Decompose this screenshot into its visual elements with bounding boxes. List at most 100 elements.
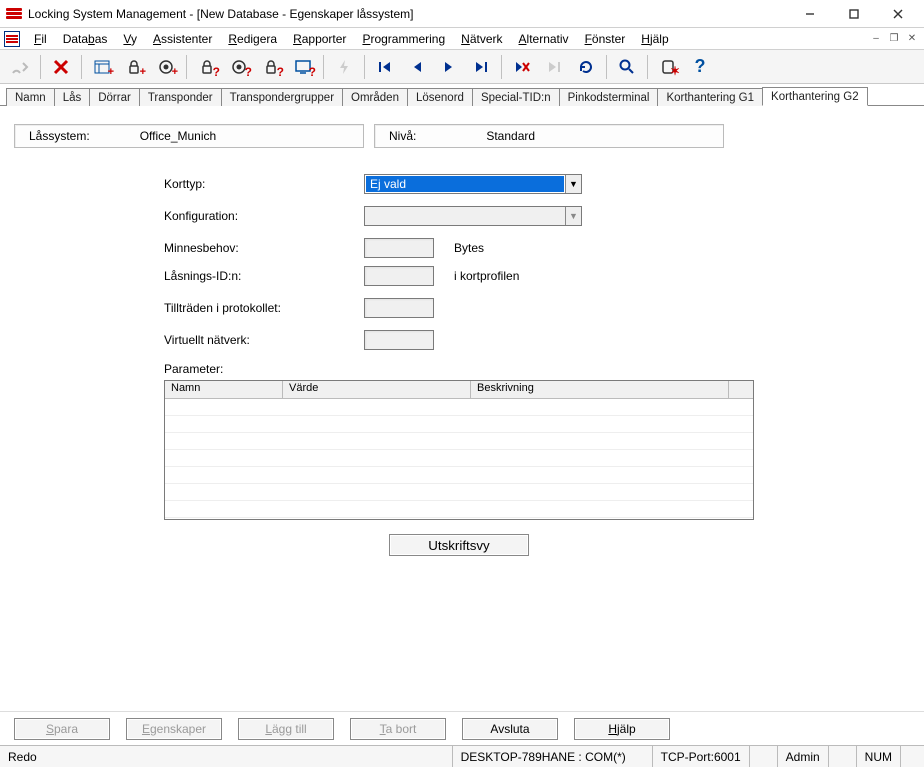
table-row[interactable] [165,467,753,484]
table-row[interactable] [165,501,753,518]
menu-natverk[interactable]: Nätverk [453,30,510,48]
parameter-table[interactable]: Namn Värde Beskrivning [164,380,754,520]
korttyp-value: Ej vald [366,176,564,192]
niva-label: Nivå: [375,129,426,143]
toolbar-delete-record-icon[interactable] [506,53,538,81]
content-panel: Låssystem: Office_Munich Nivå: Standard … [0,106,924,711]
tab-korthantering-g2[interactable]: Korthantering G2 [762,87,868,106]
toolbar-delete-icon[interactable] [45,53,77,81]
hjalp-button[interactable]: Hjälp [574,718,670,740]
korttyp-select[interactable]: Ej vald ▼ [364,174,582,194]
tab-korthantering-g1[interactable]: Korthantering G1 [657,88,763,106]
print-button[interactable]: Utskriftsvy [389,534,529,556]
avsluta-button[interactable]: Avsluta [462,718,558,740]
konfiguration-value [366,208,564,224]
toolbar-flash-icon[interactable] [328,53,360,81]
toolbar-search-icon[interactable] [611,53,643,81]
korttyp-label: Korttyp: [164,177,364,191]
minimize-button[interactable] [788,1,832,27]
toolbar-first-icon[interactable] [369,53,401,81]
col-beskrivning[interactable]: Beskrivning [471,381,729,398]
toolbar-prev-icon[interactable] [401,53,433,81]
tab-dorrar[interactable]: Dörrar [89,88,140,106]
tilltraden-field [364,298,434,318]
tab-transponder[interactable]: Transponder [139,88,222,106]
toolbar-query-lock-icon[interactable]: ? [191,53,223,81]
konfiguration-select: ▼ [364,206,582,226]
lassystem-box: Låssystem: Office_Munich [14,124,364,148]
menu-rapporter[interactable]: Rapporter [285,30,354,48]
menu-fonster[interactable]: Fönster [577,30,634,48]
toolbar-login-icon[interactable] [4,53,36,81]
virtuellt-field [364,330,434,350]
mdi-controls: – ❐ ✕ [868,32,920,46]
toolbar: + + + ? ? ? ? [0,50,924,84]
spara-button[interactable]: Spara [14,718,110,740]
parameter-header: Namn Värde Beskrivning [165,381,753,399]
toolbar-goto-icon[interactable] [538,53,570,81]
minnesbehov-label: Minnesbehov: [164,241,364,255]
toolbar-add-lock-icon[interactable]: + [118,53,150,81]
tab-specialtid[interactable]: Special-TID:n [472,88,560,106]
table-row[interactable] [165,399,753,416]
mdi-restore-button[interactable]: ❐ [886,32,902,46]
app-icon [6,6,22,22]
tab-omraden[interactable]: Områden [342,88,408,106]
mdi-minimize-button[interactable]: – [868,32,884,46]
menu-assistenter[interactable]: Assistenter [145,30,220,48]
close-button[interactable] [876,1,920,27]
bottom-button-bar: Spara Egenskaper Lägg till Ta bort Avslu… [0,711,924,745]
maximize-button[interactable] [832,1,876,27]
toolbar-query-screen-icon[interactable]: ? [287,53,319,81]
konfiguration-label: Konfiguration: [164,209,364,223]
col-namn[interactable]: Namn [165,381,283,398]
toolbar-help-icon[interactable]: ? [684,53,716,81]
tab-las[interactable]: Lås [54,88,91,106]
status-ready: Redo [0,750,80,764]
toolbar-add-transponder-icon[interactable]: + [150,53,182,81]
menu-programmering[interactable]: Programmering [354,30,453,48]
dropdown-arrow-icon[interactable]: ▼ [565,175,581,193]
toolbar-refresh-icon[interactable] [570,53,602,81]
tab-transpondergrupper[interactable]: Transpondergrupper [221,88,343,106]
status-user: Admin [777,746,828,767]
menu-databas[interactable]: Databas [55,30,116,48]
table-row[interactable] [165,433,753,450]
col-varde[interactable]: Värde [283,381,471,398]
tilltraden-label: Tillträden i protokollet: [164,301,364,315]
laggtill-button[interactable]: Lägg till [238,718,334,740]
menu-hjalp[interactable]: Hjälp [633,30,676,48]
tab-namn[interactable]: Namn [6,88,55,106]
mdi-close-button[interactable]: ✕ [904,32,920,46]
table-row[interactable] [165,416,753,433]
lasningsid-field [364,266,434,286]
toolbar-settings-icon[interactable]: ✶ [652,53,684,81]
toolbar-last-icon[interactable] [465,53,497,81]
menu-alternativ[interactable]: Alternativ [511,30,577,48]
minnesbehov-field [364,238,434,258]
status-empty3 [900,746,924,767]
lassystem-label: Låssystem: [15,129,100,143]
statusbar: Redo DESKTOP-789HANE : COM(*) TCP-Port:6… [0,745,924,767]
status-empty1 [749,746,777,767]
parameter-label: Parameter: [164,362,910,376]
tab-losenord[interactable]: Lösenord [407,88,473,106]
menu-redigera[interactable]: Redigera [220,30,285,48]
tabort-button[interactable]: Ta bort [350,718,446,740]
lassystem-value: Office_Munich [100,129,363,143]
status-host: DESKTOP-789HANE : COM(*) [452,746,652,767]
menubar: Fil Databas Vy Assistenter Redigera Rapp… [0,28,924,50]
menu-fil[interactable]: Fil [26,30,55,48]
table-row[interactable] [165,484,753,501]
lasningsid-label: Låsnings-ID:n: [164,269,364,283]
titlebar: Locking System Management - [New Databas… [0,0,924,28]
toolbar-query-transponder-icon[interactable]: ? [223,53,255,81]
table-row[interactable] [165,450,753,467]
lasningsid-after: i kortprofilen [454,269,519,283]
tab-pinkodsterminal[interactable]: Pinkodsterminal [559,88,659,106]
menu-vy[interactable]: Vy [115,30,145,48]
egenskaper-button[interactable]: Egenskaper [126,718,222,740]
toolbar-query-lock2-icon[interactable]: ? [255,53,287,81]
toolbar-add-plan-icon[interactable]: + [86,53,118,81]
toolbar-next-icon[interactable] [433,53,465,81]
